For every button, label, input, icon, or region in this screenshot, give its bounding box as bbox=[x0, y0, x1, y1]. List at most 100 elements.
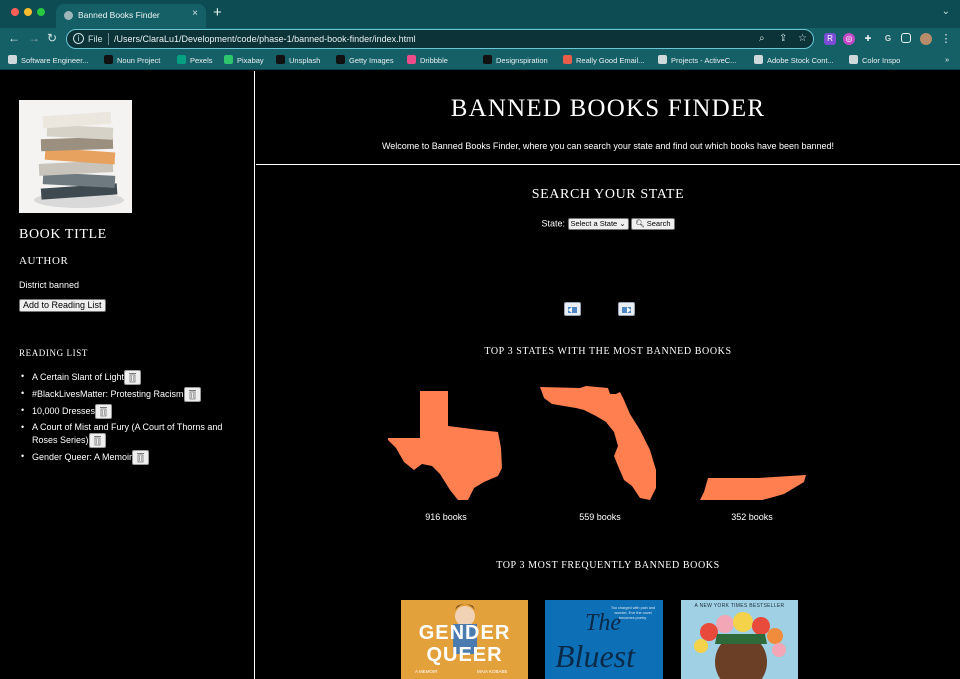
bookmark-favicon-icon bbox=[336, 55, 345, 64]
extensions-puzzle-icon[interactable]: ✚ bbox=[862, 33, 874, 45]
bookmark-label: Unsplash bbox=[289, 56, 321, 65]
extension-color-icon[interactable]: ◎ bbox=[843, 33, 855, 45]
trash-icon bbox=[100, 407, 108, 417]
state-label: State: bbox=[541, 218, 565, 229]
side-panel-icon[interactable] bbox=[901, 33, 911, 43]
tennessee-map bbox=[700, 475, 806, 500]
florida-map bbox=[540, 386, 656, 500]
bookmark-item[interactable]: Designspiration bbox=[483, 55, 548, 65]
site-info-icon[interactable]: i bbox=[73, 33, 84, 44]
state-count-3: 352 books bbox=[731, 512, 773, 522]
top-states-heading: TOP 3 STATES WITH THE MOST BANNED BOOKS bbox=[484, 346, 732, 357]
bookmark-item[interactable]: Adobe Stock Cont... bbox=[754, 55, 834, 65]
top-books-heading: TOP 3 MOST FREQUENTLY BANNED BOOKS bbox=[496, 560, 720, 571]
search-heading: SEARCH YOUR STATE bbox=[531, 187, 685, 202]
reading-list-item: 10,000 Dresses bbox=[20, 404, 240, 419]
bookmark-label: Adobe Stock Cont... bbox=[767, 56, 834, 65]
bookmark-item[interactable]: Pexels bbox=[177, 55, 213, 65]
extension-r-icon[interactable]: R bbox=[824, 33, 836, 45]
reading-list-heading: READING LIST bbox=[19, 348, 88, 358]
close-window-button[interactable] bbox=[11, 8, 19, 16]
bookmark-label: Getty Images bbox=[349, 56, 394, 65]
reload-icon[interactable]: ↻ bbox=[47, 31, 57, 45]
bookmark-favicon-icon bbox=[224, 55, 233, 64]
page-title: BANNED BOOKS FINDER bbox=[450, 95, 766, 122]
delete-reading-item-button[interactable] bbox=[88, 433, 106, 448]
reading-list: A Certain Slant of Light #BlackLivesMatte… bbox=[20, 370, 240, 467]
state-count-2: 559 books bbox=[579, 512, 621, 522]
search-icon: 🔍︎ bbox=[635, 219, 645, 228]
bookmark-favicon-icon bbox=[563, 55, 572, 64]
forward-arrow-icon[interactable]: → bbox=[28, 31, 40, 45]
previous-book-button[interactable] bbox=[564, 302, 581, 316]
district-banned: District banned bbox=[19, 280, 80, 290]
bookmark-item[interactable]: Projects - ActiveC... bbox=[658, 55, 736, 65]
book-title: BOOK TITLE bbox=[19, 227, 107, 242]
close-tab-icon[interactable]: × bbox=[192, 8, 198, 19]
cover-byline: A MEMOIR bbox=[415, 669, 438, 674]
cover-line-2: QUEER bbox=[426, 644, 503, 666]
url-text[interactable]: /Users/ClaraLu1/Development/code/phase-1… bbox=[114, 34, 416, 44]
zoom-icon[interactable]: ⌕ bbox=[759, 33, 765, 44]
bookmark-item[interactable]: Pixabay bbox=[224, 55, 264, 65]
address-bar[interactable]: i File /Users/ClaraLu1/Development/code/… bbox=[66, 29, 814, 49]
browser-menu-icon[interactable]: ⋮ bbox=[940, 33, 952, 45]
state-select[interactable]: Select a State ⌄ bbox=[567, 218, 629, 230]
book-cover-gender-queer[interactable]: GENDER QUEER A MEMOIR MAIA KOBABE bbox=[401, 600, 528, 679]
state-count-1: 916 books bbox=[425, 512, 467, 522]
add-to-reading-list-button[interactable]: Add to Reading List bbox=[19, 299, 106, 312]
bookmark-item[interactable]: Getty Images bbox=[336, 55, 394, 65]
back-arrow-icon[interactable]: ← bbox=[8, 31, 20, 45]
trash-icon bbox=[129, 373, 137, 383]
cover-banner: A NEW YORK TIMES BESTSELLER bbox=[694, 603, 785, 609]
bookmark-item[interactable]: Noun Project bbox=[104, 55, 160, 65]
cover-title-1: The bbox=[585, 610, 621, 636]
omnibox-divider bbox=[108, 33, 109, 45]
page-subtitle: Welcome to Banned Books Finder, where yo… bbox=[381, 141, 835, 151]
extension-g-icon[interactable]: G bbox=[882, 33, 894, 45]
trash-icon bbox=[188, 390, 196, 400]
bookmark-favicon-icon bbox=[177, 55, 186, 64]
reading-list-item-title: Gender Queer: A Memoir bbox=[32, 451, 133, 462]
new-tab-button[interactable]: + bbox=[213, 4, 222, 21]
search-button[interactable]: 🔍︎ Search bbox=[631, 218, 675, 230]
bookmark-label: Projects - ActiveC... bbox=[671, 56, 737, 65]
bookmark-item[interactable]: Unsplash bbox=[276, 55, 320, 65]
scheme-label: File bbox=[88, 34, 103, 44]
profile-avatar[interactable] bbox=[920, 33, 932, 45]
bookmark-favicon-icon bbox=[104, 55, 113, 64]
tab-title: Banned Books Finder bbox=[78, 10, 160, 20]
next-book-button[interactable] bbox=[618, 302, 635, 316]
book-cover-all-boys-arent-blue[interactable]: A NEW YORK TIMES BESTSELLER bbox=[681, 600, 798, 679]
bookmark-item[interactable]: Dribbble bbox=[407, 55, 448, 65]
minimize-window-button[interactable] bbox=[24, 8, 32, 16]
bookmark-favicon-icon bbox=[483, 55, 492, 64]
browser-tab[interactable]: Banned Books Finder × bbox=[56, 4, 206, 28]
bookmark-label: Software Engineer... bbox=[21, 56, 89, 65]
delete-reading-item-button[interactable] bbox=[183, 387, 201, 402]
delete-reading-item-button[interactable] bbox=[132, 450, 150, 465]
cover-line-1: GENDER bbox=[418, 622, 511, 644]
bookmark-item[interactable]: Color Inspo bbox=[849, 55, 900, 65]
bookmark-favicon-icon bbox=[754, 55, 763, 64]
maximize-window-button[interactable] bbox=[37, 8, 45, 16]
bookmark-label: Pixabay bbox=[237, 56, 264, 65]
bookmark-item[interactable]: Software Engineer... bbox=[8, 55, 89, 65]
delete-reading-item-button[interactable] bbox=[95, 404, 113, 419]
bookmark-label: Color Inspo bbox=[862, 56, 901, 65]
header-divider bbox=[256, 164, 960, 165]
main-content: BANNED BOOKS FINDER Welcome to Banned Bo… bbox=[256, 71, 960, 679]
bookmark-star-icon[interactable]: ☆ bbox=[798, 33, 807, 44]
page-content: BOOK TITLE AUTHOR District banned Add to… bbox=[0, 71, 960, 679]
share-icon[interactable]: ⇪ bbox=[779, 33, 787, 44]
delete-reading-item-button[interactable] bbox=[124, 370, 142, 385]
bookmark-item[interactable]: Really Good Email... bbox=[563, 55, 644, 65]
book-cover-the-bluest-eye[interactable]: Too charged with pain and wonder, Eve th… bbox=[545, 600, 663, 679]
more-bookmarks-button[interactable]: » bbox=[945, 55, 949, 64]
bookmark-favicon-icon bbox=[407, 55, 416, 64]
reading-list-item-title: A Court of Mist and Fury (A Court of Tho… bbox=[32, 422, 223, 445]
bookmark-favicon-icon bbox=[8, 55, 17, 64]
tab-search-chevron-icon[interactable]: ⌄ bbox=[942, 6, 950, 17]
globe-icon bbox=[64, 11, 73, 20]
bookmark-label: Really Good Email... bbox=[576, 56, 645, 65]
